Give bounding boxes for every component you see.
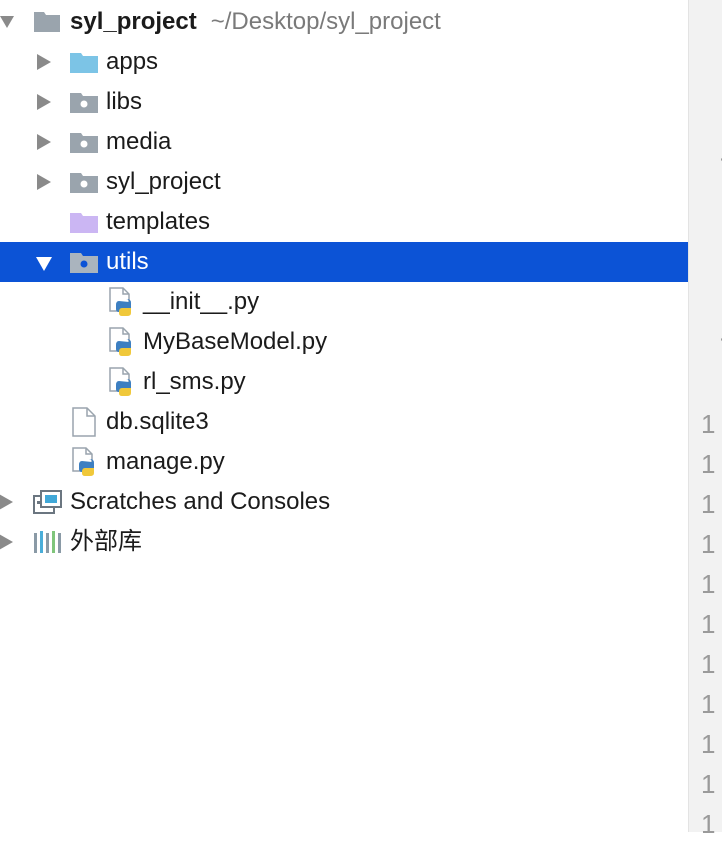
chevron-right-icon[interactable] [34, 172, 54, 192]
tree-item-label: Scratches and Consoles [70, 488, 331, 515]
tree-item-label: rl_sms.py [143, 368, 246, 395]
line-number: 1 [701, 449, 716, 479]
python-file-icon [70, 447, 100, 477]
chevron-right-icon[interactable] [0, 492, 16, 512]
line-number: 1 [701, 609, 716, 639]
tree-item-label: templates [106, 208, 211, 235]
tree-item-utils[interactable]: utils [0, 242, 688, 282]
templates-folder-icon [70, 211, 98, 233]
line-number: 1 [701, 689, 716, 719]
tree-item-label: libs [106, 88, 143, 115]
editor-gutter: 1 1 1 1 1 1 1 1 1 1 1 [688, 0, 722, 839]
tree-item-label: manage.py [106, 448, 225, 475]
tree-item-syl-project[interactable]: syl_project [0, 162, 688, 202]
package-folder-icon [70, 131, 98, 153]
tree-item-apps[interactable]: apps [0, 42, 688, 82]
tree-item-label: MyBaseModel.py [143, 328, 328, 355]
line-number: 1 [701, 409, 716, 439]
line-number: 1 [701, 649, 716, 679]
line-number: 1 [701, 569, 716, 599]
library-icon [33, 530, 63, 554]
tree-item-root-project[interactable]: syl_project ~/Desktop/syl_project [0, 2, 688, 42]
tree-item-scratches-and-consoles[interactable]: Scratches and Consoles [0, 482, 688, 522]
chevron-right-icon[interactable] [0, 532, 16, 552]
chevron-right-icon[interactable] [34, 132, 54, 152]
line-number: 1 [701, 809, 716, 839]
line-number: 1 [701, 489, 716, 519]
package-folder-icon [70, 91, 98, 113]
tree-item-init-py[interactable]: __init__.py [0, 282, 688, 322]
tree-item-libs[interactable]: libs [0, 82, 688, 122]
tree-item-label: 外部库 [70, 528, 142, 555]
tree-item-label: syl_project [106, 168, 221, 195]
package-folder-icon [70, 251, 98, 273]
chevron-right-icon[interactable] [34, 52, 54, 72]
tree-item-external-libraries[interactable]: 外部库 [0, 522, 688, 562]
tree-item-label: db.sqlite3 [106, 408, 209, 435]
folder-icon [34, 10, 60, 32]
tree-item-manage-py[interactable]: manage.py [0, 442, 688, 482]
tree-item-label: __init__.py [143, 288, 260, 315]
python-file-icon [107, 367, 137, 397]
tree-item-media[interactable]: media [0, 122, 688, 162]
line-number: 1 [701, 729, 716, 759]
project-tree: syl_project ~/Desktop/syl_project apps li… [0, 0, 688, 832]
scratches-icon [33, 490, 63, 514]
tree-item-templates[interactable]: templates [0, 202, 688, 242]
tree-item-label: media [106, 128, 172, 155]
tree-item-label: syl_project ~/Desktop/syl_project [70, 8, 441, 35]
python-file-icon [107, 327, 137, 357]
chevron-down-icon[interactable] [0, 12, 17, 32]
project-path: ~/Desktop/syl_project [210, 8, 441, 35]
package-folder-icon [70, 171, 98, 193]
line-number: 1 [701, 529, 716, 559]
folder-icon [70, 51, 98, 73]
python-file-icon [107, 287, 137, 317]
tree-item-rl-sms-py[interactable]: rl_sms.py [0, 362, 688, 402]
tree-item-db-sqlite3[interactable]: db.sqlite3 [0, 402, 688, 442]
tree-item-label: apps [106, 48, 159, 75]
chevron-down-icon[interactable] [34, 254, 54, 274]
chevron-right-icon[interactable] [34, 92, 54, 112]
tree-item-mybasemodel-py[interactable]: MyBaseModel.py [0, 322, 688, 362]
tree-item-label: utils [106, 248, 149, 275]
line-number: 1 [701, 769, 716, 799]
file-icon [72, 407, 96, 437]
